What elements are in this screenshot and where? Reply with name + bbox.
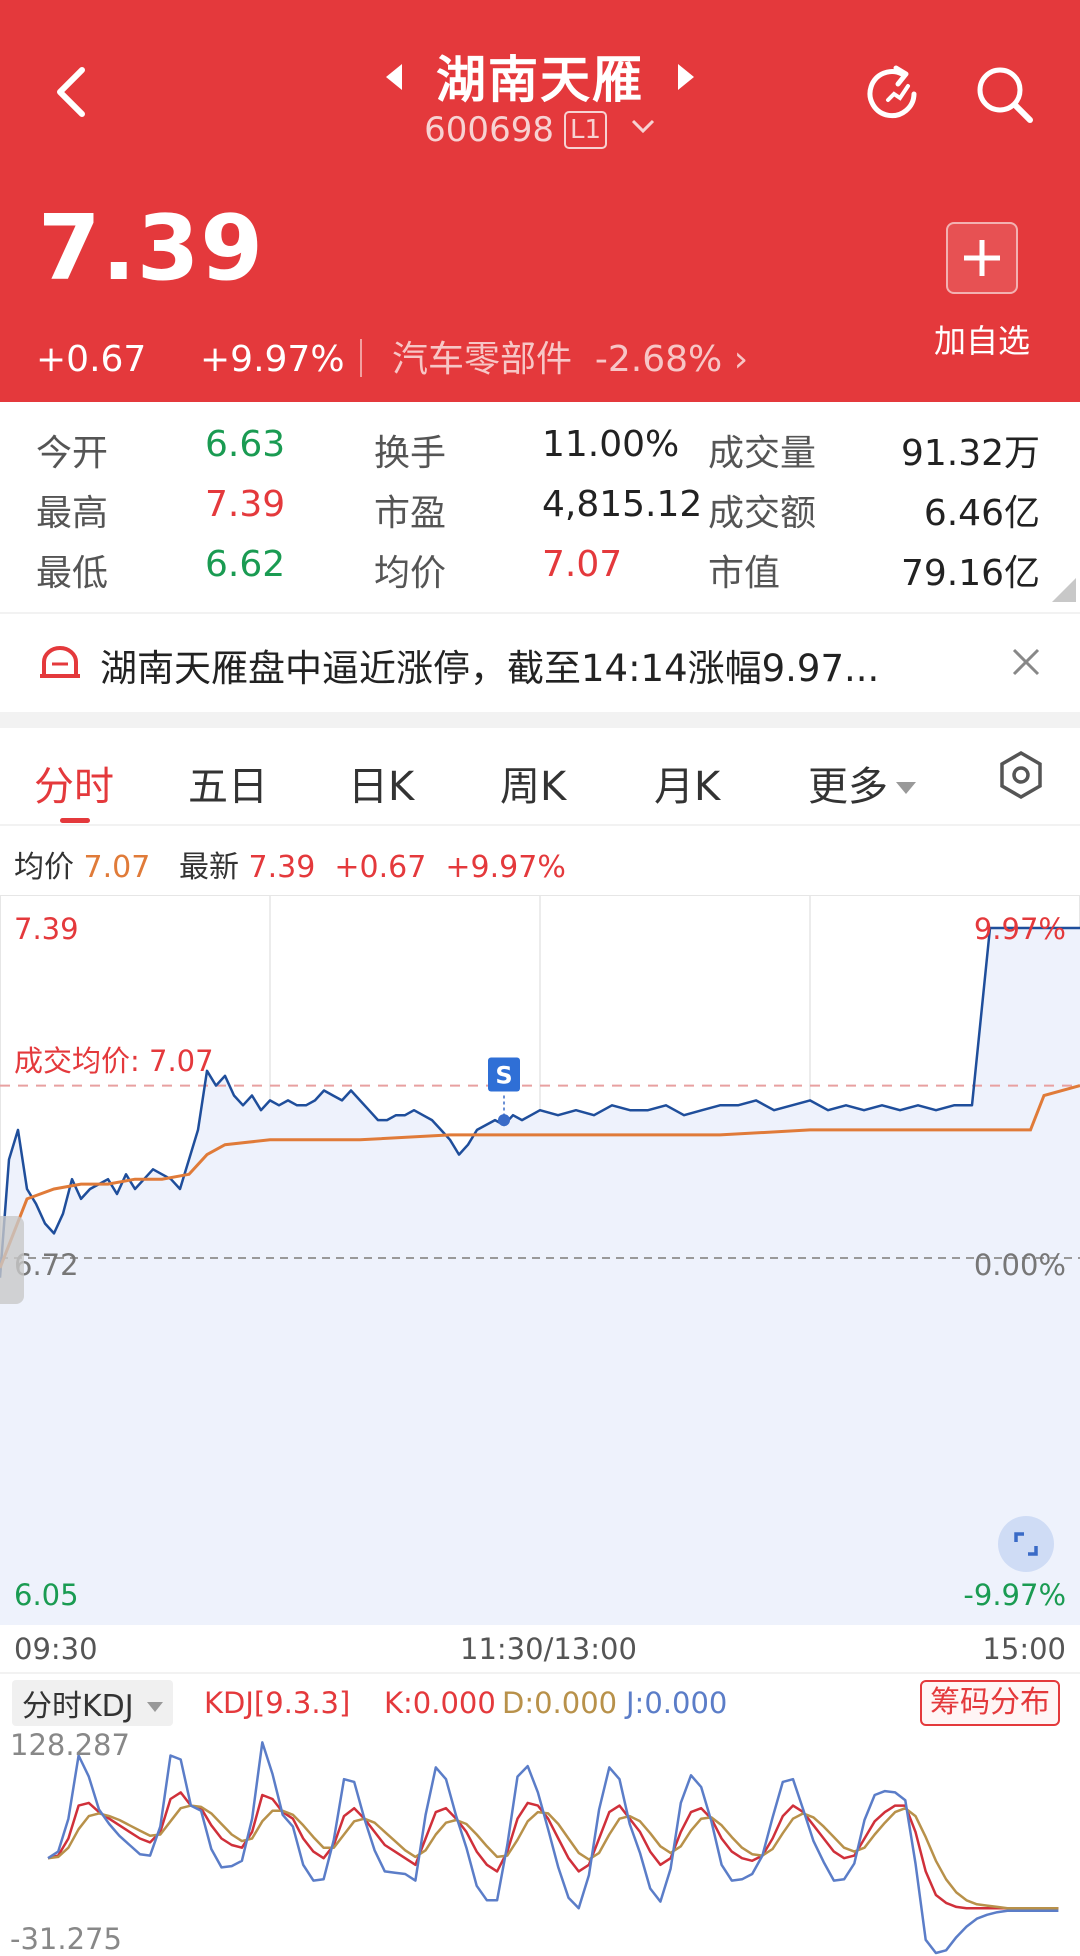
latest-value: 7.39: [248, 850, 316, 885]
kdj-k-value: K:0.000: [384, 1686, 496, 1720]
section-gap: [0, 712, 1080, 728]
stat-value-pe: 4,815.12: [542, 484, 703, 525]
stat-value-open: 6.63: [205, 424, 286, 465]
refresh-share-icon[interactable]: [862, 62, 926, 126]
y-tick-mid-right: 0.00%: [973, 1248, 1066, 1282]
y-tick-bottom-left: 6.05: [14, 1578, 79, 1612]
stat-label-low: 最低: [36, 553, 109, 594]
avg-price-line-label: 成交均价: 7.07: [14, 1044, 214, 1078]
divider: [0, 824, 1080, 826]
latest-change: +0.67: [334, 850, 427, 885]
signal-marker-label: S: [495, 1061, 512, 1089]
stat-label-open: 今开: [36, 433, 109, 474]
sector-link[interactable]: 汽车零部件 -2.68% ›: [392, 330, 748, 382]
news-alert-text: 湖南天雁盘中逼近涨停，截至14:14涨幅9.97...: [100, 647, 880, 690]
intraday-info-row: 均价 7.07 最新 7.39 +0.67 +9.97%: [14, 842, 566, 886]
dropdown-triangle-icon: [896, 758, 916, 804]
stat-value-mktcap: 79.16亿: [900, 553, 1040, 594]
close-icon[interactable]: [1010, 646, 1042, 678]
next-stock-triangle-icon[interactable]: [676, 62, 698, 92]
stat-label-high: 最高: [36, 493, 109, 534]
intraday-chart[interactable]: S: [0, 895, 1080, 1625]
alarm-bell-icon: [38, 642, 82, 682]
x-tick-open: 09:30: [14, 1632, 98, 1666]
sector-pct: -2.68%: [594, 339, 723, 380]
kdj-chart[interactable]: [0, 1736, 1080, 1956]
kdj-indicator-selector[interactable]: 分时KDJ: [12, 1680, 174, 1726]
level-badge: L1: [563, 111, 607, 149]
chip-distribution-button[interactable]: 筹码分布: [920, 1680, 1060, 1726]
tab-more-label: 更多: [808, 764, 888, 810]
avg-label: 均价: [14, 850, 74, 885]
stock-header: 湖南天雁 600698 L1 7.39 +0.67 +9.97% 汽车零部件 -2.6…: [0, 0, 1080, 402]
kdj-y-top: 128.287: [10, 1728, 130, 1762]
x-tick-midday: 11:30/13:00: [460, 1632, 637, 1666]
kdj-d-value: D:0.000: [502, 1686, 618, 1720]
price-change-pct: +9.97%: [200, 339, 345, 380]
news-alert-bar[interactable]: 湖南天雁盘中逼近涨停，截至14:14涨幅9.97...: [0, 614, 1080, 714]
stat-value-turnover: 11.00%: [542, 424, 680, 465]
kdj-j-value: J:0.000: [626, 1686, 728, 1720]
active-tab-underline: [60, 818, 90, 823]
stat-value-high: 7.39: [205, 484, 286, 525]
divider: [0, 1672, 1080, 1674]
tab-more[interactable]: 更多: [808, 754, 916, 812]
signal-marker-dot: [498, 1114, 510, 1127]
search-icon[interactable]: [972, 62, 1038, 128]
kdj-d-line: [47, 1804, 1059, 1910]
add-watchlist-label[interactable]: 加自选: [920, 316, 1044, 362]
tab-intraday[interactable]: 分时: [34, 754, 114, 812]
settings-hexagon-icon[interactable]: [998, 750, 1044, 800]
stat-label-avg: 均价: [374, 553, 447, 594]
tab-five-day[interactable]: 五日: [188, 754, 268, 812]
add-watchlist-button[interactable]: [946, 222, 1018, 294]
kdj-j-line: [47, 1741, 1059, 1955]
x-tick-close: 15:00: [982, 1632, 1066, 1666]
tab-weekly-k[interactable]: 周K: [500, 754, 566, 812]
sector-name: 汽车零部件: [392, 339, 573, 380]
tab-monthly-k[interactable]: 月K: [654, 754, 720, 812]
divider: [360, 339, 362, 377]
kdj-params: KDJ[9.3.3]: [204, 1686, 351, 1720]
stat-value-volume: 91.32万: [900, 433, 1040, 474]
latest-label: 最新: [178, 850, 239, 885]
avg-value: 7.07: [83, 850, 151, 885]
stat-value-amount: 6.46亿: [923, 493, 1040, 534]
kdj-y-bottom: -31.275: [10, 1922, 122, 1956]
change-row: +0.67 +9.97% 汽车零部件 -2.68% ›: [36, 330, 748, 382]
chevron-down-icon: [630, 106, 656, 134]
latest-change-pct: +9.97%: [445, 850, 566, 885]
stat-label-mktcap: 市值: [708, 553, 781, 594]
stat-value-low: 6.62: [205, 544, 286, 585]
stat-label-turnover: 换手: [374, 433, 447, 474]
current-price: 7.39: [38, 196, 265, 301]
stat-value-avg: 7.07: [542, 544, 623, 585]
y-tick-top-left: 7.39: [14, 912, 79, 946]
tab-daily-k[interactable]: 日K: [348, 754, 414, 812]
price-change: +0.67: [36, 339, 147, 380]
expand-corner-icon[interactable]: [1052, 578, 1076, 602]
stat-label-pe: 市盈: [374, 493, 447, 534]
y-tick-top-right: 9.97%: [973, 912, 1066, 946]
left-edge-handle[interactable]: [0, 1216, 24, 1304]
kdj-selector-label: 分时KDJ: [22, 1689, 134, 1724]
stock-code: 600698: [424, 110, 554, 150]
dropdown-triangle-icon: [147, 1680, 164, 1726]
stat-label-volume: 成交量: [708, 433, 817, 474]
stat-label-amount: 成交额: [708, 493, 817, 534]
y-tick-bottom-right: -9.97%: [963, 1578, 1066, 1612]
fullscreen-expand-icon[interactable]: [998, 1516, 1054, 1572]
chevron-right-icon: ›: [733, 339, 749, 380]
